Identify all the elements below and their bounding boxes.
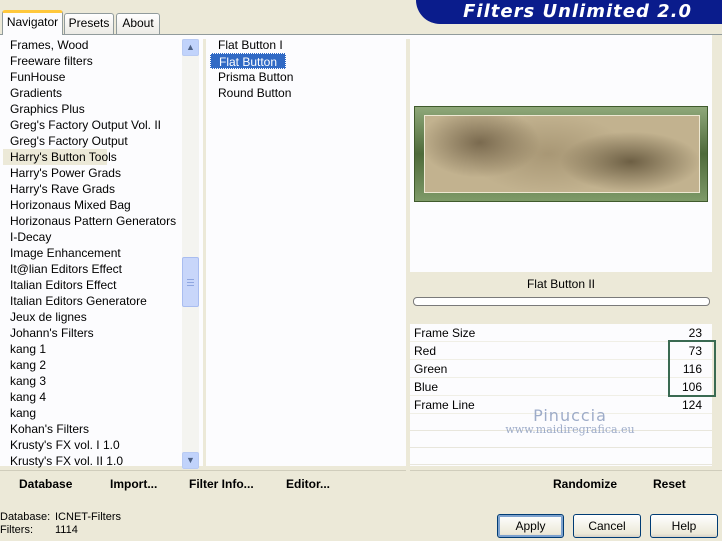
help-button[interactable]: Help (650, 514, 718, 538)
watermark: Pinuccia www.maidiregrafica.eu (500, 406, 640, 436)
category-item[interactable]: Kohan's Filters (3, 421, 181, 437)
filters-count: 1114 (55, 524, 78, 536)
category-item[interactable]: Krusty's FX vol. I 1.0 (3, 437, 181, 453)
database-value: ICNET-Filters (55, 511, 121, 523)
filter-list: Flat Button I Flat Button II Prisma Butt… (210, 37, 404, 101)
category-item[interactable]: Italian Editors Generatore (3, 293, 181, 309)
panel-edge (712, 35, 722, 467)
param-name: Green (414, 362, 448, 376)
param-row[interactable]: Blue 106 (410, 378, 712, 396)
preview-image (414, 106, 708, 202)
filter-item[interactable]: Prisma Button (210, 69, 404, 85)
category-item[interactable]: Freeware filters (3, 53, 181, 69)
category-item[interactable]: Johann's Filters (3, 325, 181, 341)
filter-title-area: Flat Button II (410, 272, 712, 324)
app-title: Filters Unlimited 2.0 (463, 1, 692, 22)
param-row[interactable]: Green 116 (410, 360, 712, 378)
tab-about[interactable]: About (116, 13, 160, 34)
category-item[interactable]: Frames, Wood (3, 37, 181, 53)
filter-info-button[interactable]: Filter Info... (189, 471, 254, 497)
param-row[interactable]: Red 73 (410, 342, 712, 360)
param-row-empty (410, 448, 712, 465)
grip-line (187, 279, 194, 280)
category-item[interactable]: Graphics Plus (3, 101, 181, 117)
preview-area (410, 37, 712, 272)
param-value: 124 (681, 398, 702, 412)
category-item[interactable]: Krusty's FX vol. II 1.0 (3, 453, 181, 469)
category-item[interactable]: Gradients (3, 85, 181, 101)
toolbar-right: Randomize Reset (410, 470, 722, 498)
navigator-panel: Frames, Wood Freeware filters FunHouse G… (0, 34, 722, 471)
tab-navigator[interactable]: Navigator (2, 10, 63, 35)
status-info: Database: ICNET-Filters Filters: 1114 (0, 511, 121, 537)
filters-label: Filters: (0, 524, 33, 536)
cancel-button[interactable]: Cancel (573, 514, 641, 538)
filter-item-selected[interactable]: Flat Button II (210, 53, 286, 85)
category-item[interactable]: It@lian Editors Effect (3, 261, 181, 277)
category-item[interactable]: Horizonaus Pattern Generators (3, 213, 181, 229)
reset-button[interactable]: Reset (653, 471, 686, 497)
watermark-url: www.maidiregrafica.eu (505, 423, 635, 436)
filter-item[interactable]: Flat Button I (210, 37, 404, 53)
category-item[interactable]: kang 1 (3, 341, 181, 357)
grip-line (187, 285, 194, 286)
param-row[interactable]: Frame Size 23 (410, 324, 712, 342)
database-button[interactable]: Database (19, 471, 72, 497)
splitter (203, 39, 206, 471)
annotation-highlight-box (668, 340, 716, 397)
category-item[interactable]: kang 4 (3, 389, 181, 405)
category-scrollbar[interactable]: ▲ ▼ (182, 39, 199, 469)
category-item[interactable]: Image Enhancement (3, 245, 181, 261)
category-item[interactable]: Harry's Rave Grads (3, 181, 181, 197)
toolbar-left: Database Import... Filter Info... Editor… (0, 470, 406, 498)
param-name: Frame Line (414, 398, 475, 412)
bottom-toolbar: Database Import... Filter Info... Editor… (0, 470, 722, 498)
import-button[interactable]: Import... (110, 471, 157, 497)
app-banner: Filters Unlimited 2.0 (416, 0, 722, 24)
param-name: Frame Size (414, 326, 476, 340)
scroll-up-arrow-icon[interactable]: ▲ (182, 39, 199, 56)
category-item[interactable]: kang 3 (3, 373, 181, 389)
apply-button[interactable]: Apply (497, 514, 564, 538)
category-item[interactable]: I-Decay (3, 229, 181, 245)
grip-line (187, 282, 194, 283)
tab-presets[interactable]: Presets (64, 13, 114, 34)
category-item[interactable]: FunHouse (3, 69, 181, 85)
category-item[interactable]: Horizonaus Mixed Bag (3, 197, 181, 213)
database-label: Database: (0, 511, 51, 523)
param-name: Blue (414, 380, 439, 394)
category-list: Frames, Wood Freeware filters FunHouse G… (3, 37, 181, 469)
category-item[interactable]: kang (3, 405, 181, 421)
progress-bar (413, 297, 710, 306)
category-item[interactable]: Italian Editors Effect (3, 277, 181, 293)
category-item[interactable]: kang 2 (3, 357, 181, 373)
category-item-selected[interactable]: Harry's Button Tools (3, 149, 117, 165)
scroll-thumb[interactable] (182, 257, 199, 307)
selected-filter-name: Flat Button II (526, 277, 596, 291)
randomize-button[interactable]: Randomize (553, 471, 617, 497)
filter-item[interactable]: Round Button (210, 85, 404, 101)
category-item[interactable]: Jeux de lignes (3, 309, 181, 325)
param-name: Red (414, 344, 437, 358)
parameter-list: Frame Size 23 Red 73 Green 116 Blue 106 … (410, 324, 712, 465)
category-item[interactable]: Greg's Factory Output Vol. II (3, 117, 181, 133)
preview-image-content (424, 115, 700, 193)
editor-button[interactable]: Editor... (286, 471, 330, 497)
scroll-down-arrow-icon[interactable]: ▼ (182, 452, 199, 469)
category-item[interactable]: Greg's Factory Output (3, 133, 181, 149)
category-item[interactable]: Harry's Power Grads (3, 165, 181, 181)
